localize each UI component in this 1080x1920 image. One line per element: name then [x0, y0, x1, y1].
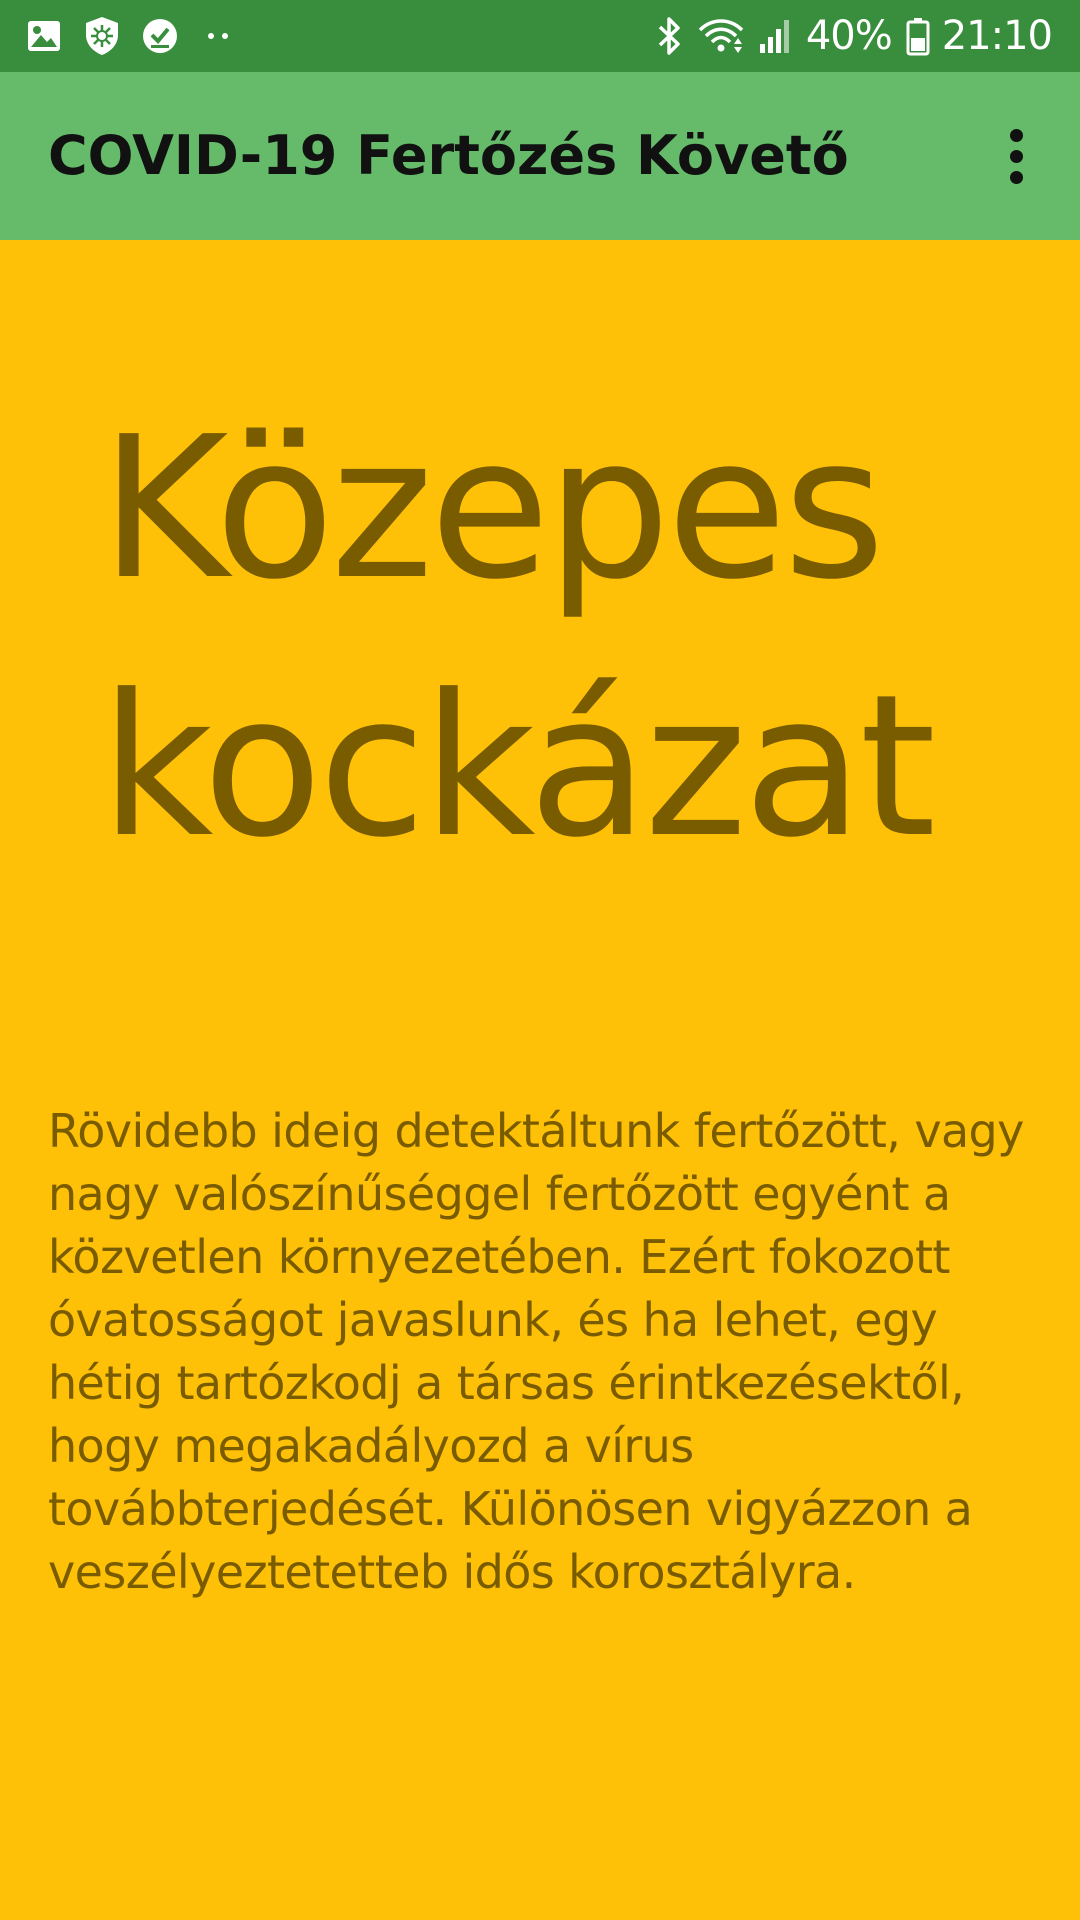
shield-virus-icon — [82, 16, 122, 56]
wifi-icon — [698, 16, 744, 56]
more-dots-icon — [198, 16, 238, 56]
overflow-menu-button[interactable] — [976, 114, 1056, 198]
overflow-menu-icon-dot — [1009, 149, 1023, 163]
app-title: COVID-19 Fertőzés Követő — [48, 124, 849, 187]
battery-icon — [906, 16, 930, 56]
bluetooth-icon — [654, 16, 684, 56]
clock: 21:10 — [941, 13, 1053, 59]
app-bar: COVID-19 Fertőzés Követő — [0, 72, 1080, 240]
image-icon — [24, 16, 64, 56]
status-left-icons — [24, 0, 256, 72]
signal-icon — [758, 16, 794, 56]
risk-description: Rövidebb ideig detektáltunk fertőzött, v… — [48, 1104, 1024, 1599]
check-circle-icon — [140, 16, 180, 56]
risk-level-title: Közepes kockázat — [100, 395, 936, 881]
overflow-menu-icon-dot — [1009, 170, 1023, 184]
overflow-menu-icon — [1009, 128, 1023, 142]
battery-percent: 40% — [805, 13, 893, 59]
status-bar: 40% 21:10 — [0, 0, 1080, 72]
status-right-icons: 40% 21:10 — [640, 0, 1053, 72]
